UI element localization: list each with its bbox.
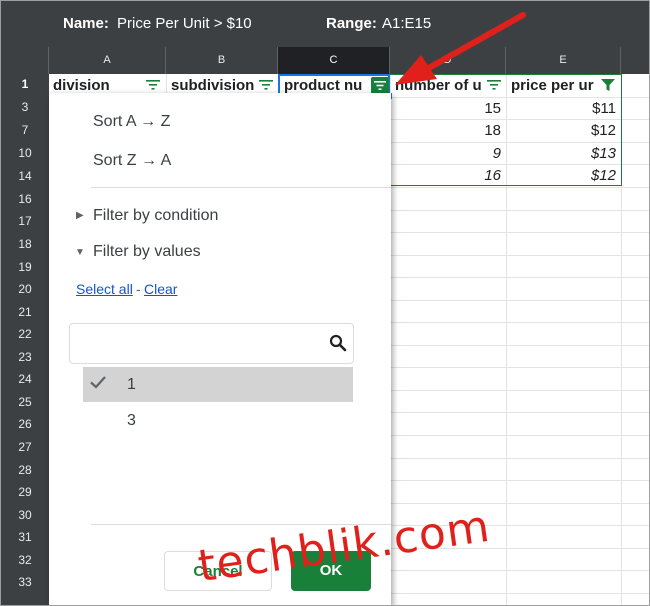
spreadsheet-window: Name: Price Per Unit > $10 Range: A1:E15… (0, 0, 650, 606)
menu-divider (91, 187, 391, 188)
filter-name-value[interactable]: Price Per Unit > $10 (117, 15, 252, 32)
expand-right-icon[interactable]: ▶ (76, 210, 84, 221)
column-header-b[interactable]: B (166, 47, 278, 74)
filter-range-label: Range: (326, 15, 377, 32)
filter-button-active[interactable] (371, 77, 389, 94)
clear-link[interactable]: Clear (144, 281, 177, 297)
search-icon[interactable] (329, 334, 347, 352)
row-header[interactable]: 24 (1, 372, 49, 386)
filter-name-label: Name: (63, 15, 109, 32)
row-header[interactable]: 10 (1, 146, 49, 160)
filter-value-label: 1 (127, 376, 136, 393)
row-header[interactable]: 21 (1, 305, 49, 319)
header-label: subdivision (171, 77, 255, 94)
row-header[interactable]: 29 (1, 485, 49, 499)
filter-search-input[interactable] (69, 323, 354, 364)
row-header[interactable]: 30 (1, 508, 49, 522)
row-header[interactable]: 19 (1, 260, 49, 274)
filter-view-bar: Name: Price Per Unit > $10 Range: A1:E15 (1, 1, 649, 47)
column-header-a[interactable]: A (49, 47, 166, 74)
filter-icon[interactable] (259, 79, 273, 91)
row-header[interactable]: 26 (1, 417, 49, 431)
filter-by-values[interactable]: Filter by values (93, 243, 201, 261)
filter-icon[interactable] (146, 79, 160, 91)
row-header[interactable]: 33 (1, 575, 49, 589)
row-header[interactable]: 18 (1, 237, 49, 251)
filter-value-item[interactable]: 3 (83, 403, 353, 438)
row-header[interactable]: 28 (1, 463, 49, 477)
row-header[interactable]: 3 (1, 100, 49, 114)
row-header[interactable]: 32 (1, 553, 49, 567)
filter-range-outline (390, 74, 622, 186)
checkmark-icon (89, 373, 107, 391)
filter-value-item[interactable]: 1 (83, 367, 353, 402)
column-header-c[interactable]: C (278, 47, 390, 74)
annotation-arrow-icon (395, 12, 526, 85)
header-label: division (53, 77, 110, 94)
row-header[interactable]: 31 (1, 530, 49, 544)
link-separator: - (136, 281, 141, 297)
row-header[interactable]: 25 (1, 395, 49, 409)
row-header[interactable]: 22 (1, 327, 49, 341)
column-header-row: A B C D E (1, 47, 649, 74)
filter-icon (374, 81, 386, 90)
sort-z-to-a[interactable]: Sort Z → A (93, 152, 171, 170)
sort-a-to-z[interactable]: Sort A → Z (93, 113, 170, 131)
expand-down-icon[interactable]: ▼ (75, 247, 85, 258)
row-header[interactable]: 17 (1, 214, 49, 228)
row-header[interactable]: 20 (1, 282, 49, 296)
filter-value-label: 3 (127, 412, 136, 429)
select-all-corner[interactable] (1, 47, 49, 74)
row-header[interactable]: 1 (1, 77, 49, 91)
filter-by-condition[interactable]: Filter by condition (93, 207, 218, 225)
row-header[interactable]: 23 (1, 350, 49, 364)
row-header[interactable]: 14 (1, 169, 49, 183)
row-header-column: 1 3 7 10 14 16 17 18 19 20 21 22 23 24 2… (1, 74, 49, 605)
row-header[interactable]: 27 (1, 440, 49, 454)
row-header[interactable]: 7 (1, 123, 49, 137)
row-header[interactable]: 16 (1, 192, 49, 206)
select-all-link[interactable]: Select all (76, 281, 133, 297)
